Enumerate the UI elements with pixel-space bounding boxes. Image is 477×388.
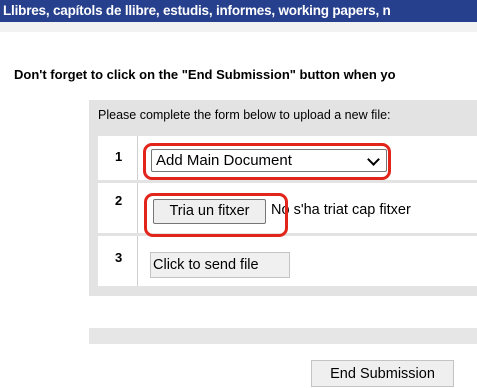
step-number: 1 bbox=[115, 149, 123, 164]
end-submission-reminder: Don't forget to click on the "End Submis… bbox=[14, 67, 396, 82]
document-type-select-value: Add Main Document bbox=[156, 152, 292, 169]
step-content-cell: Click to send file bbox=[139, 236, 477, 286]
separator-band bbox=[89, 328, 477, 344]
choose-file-button[interactable]: Tria un fitxer bbox=[153, 199, 266, 224]
step-number-cell: 1 bbox=[98, 136, 138, 180]
upload-step-row-3: 3 Click to send file bbox=[98, 236, 477, 286]
chevron-down-icon bbox=[367, 153, 380, 166]
end-submission-button[interactable]: End Submission bbox=[311, 360, 454, 387]
page-banner-title: Llibres, capítols de llibre, estudis, in… bbox=[0, 0, 477, 22]
step-content-cell: Add Main Document bbox=[139, 136, 477, 180]
form-instruction: Please complete the form below to upload… bbox=[98, 108, 391, 122]
step-content-cell: Tria un fitxer No s'ha triat cap fitxer bbox=[139, 183, 477, 233]
file-status-text: No s'ha triat cap fitxer bbox=[271, 202, 411, 218]
send-file-button[interactable]: Click to send file bbox=[150, 252, 290, 278]
upload-step-row-1: 1 Add Main Document bbox=[98, 136, 477, 180]
document-type-select[interactable]: Add Main Document bbox=[151, 149, 387, 172]
step-number: 3 bbox=[115, 250, 123, 265]
upload-step-row-2: 2 Tria un fitxer No s'ha triat cap fitxe… bbox=[98, 183, 477, 233]
step-number-cell: 3 bbox=[98, 236, 138, 286]
step-number: 2 bbox=[115, 193, 123, 208]
step-number-cell: 2 bbox=[98, 183, 138, 233]
banner-underline-band bbox=[0, 22, 477, 32]
